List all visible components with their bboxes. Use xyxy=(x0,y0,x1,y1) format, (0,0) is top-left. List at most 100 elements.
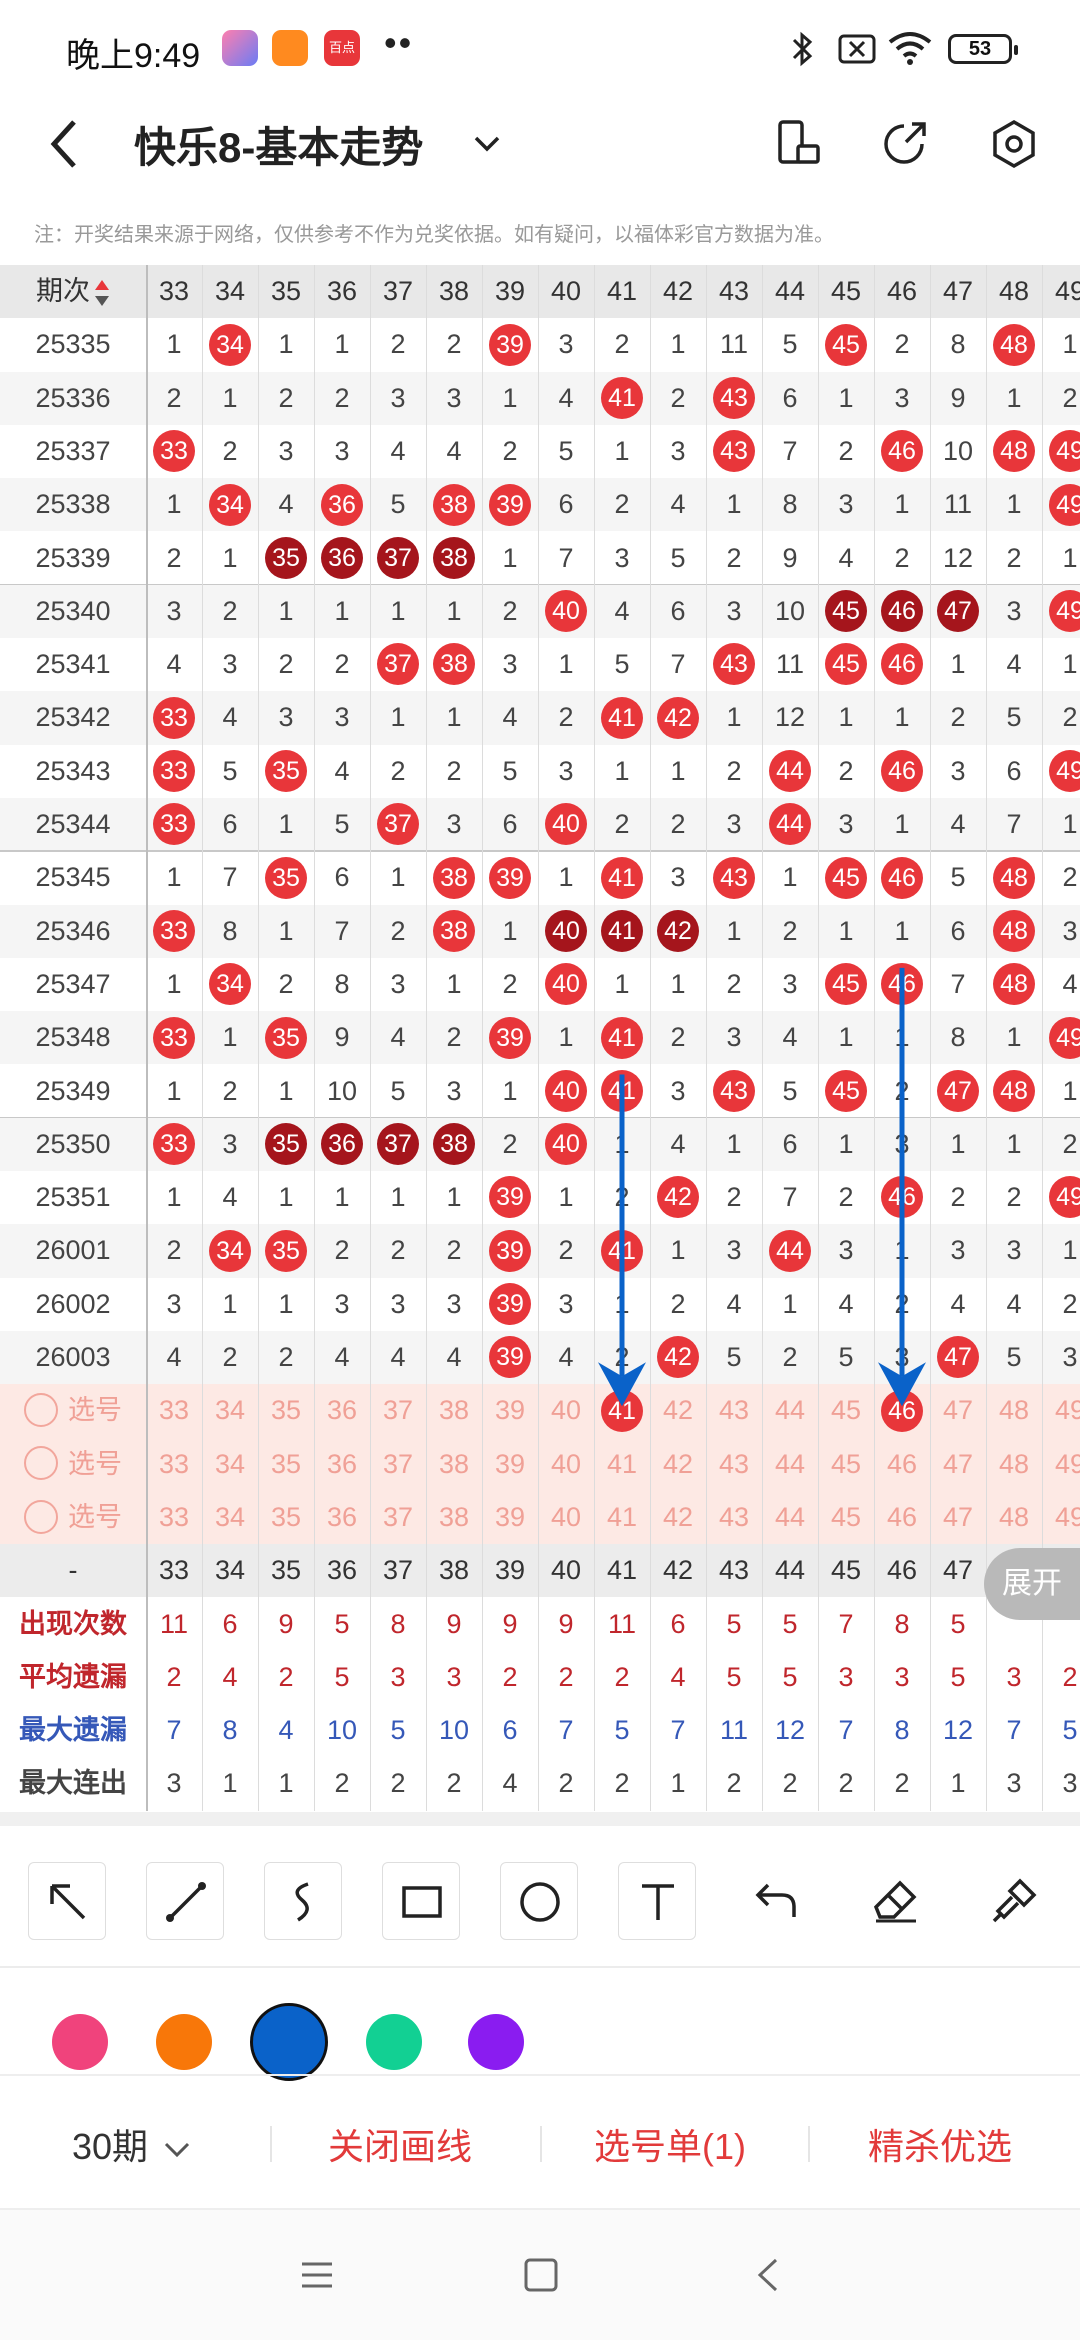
pick-number-cell[interactable]: 40 xyxy=(538,1438,594,1491)
rectangle-tool-button[interactable] xyxy=(382,1862,460,1940)
expand-button[interactable]: 展开 xyxy=(984,1548,1080,1620)
pick-number-cell[interactable]: 34 xyxy=(202,1384,258,1437)
pick-number-cell[interactable]: 47 xyxy=(930,1438,986,1491)
trend-cell: 38 xyxy=(426,478,482,531)
pick-number-cell[interactable]: 48 xyxy=(986,1491,1042,1544)
pick-number-cell[interactable]: 38 xyxy=(426,1384,482,1437)
stats-value: 5 xyxy=(782,1608,798,1639)
pick-radio-icon[interactable] xyxy=(24,1499,58,1534)
line-tool-button[interactable] xyxy=(146,1862,224,1940)
pick-number-cell[interactable]: 39 xyxy=(482,1491,538,1544)
pick-number-cell[interactable]: 48 xyxy=(986,1384,1042,1437)
eraser-icon[interactable] xyxy=(872,1877,920,1925)
pick-radio-icon[interactable] xyxy=(24,1446,58,1481)
pick-number-cell[interactable]: 37 xyxy=(370,1384,426,1437)
trend-cell: 2 xyxy=(670,1288,686,1319)
pick-number-cell[interactable]: 49 xyxy=(1042,1438,1080,1491)
pick-number-cell[interactable]: 40 xyxy=(538,1491,594,1544)
pick-number-cell[interactable]: 48 xyxy=(986,1438,1042,1491)
pick-number-cell[interactable]: 42 xyxy=(650,1384,706,1437)
pick-number-cell[interactable]: 47 xyxy=(930,1491,986,1544)
pick-number-cell[interactable]: 49 xyxy=(1042,1491,1080,1544)
pick-number-cell[interactable]: 39 xyxy=(482,1384,538,1437)
pick-number-cell[interactable]: 40 xyxy=(538,1384,594,1437)
pick-number-cell[interactable]: 42 xyxy=(650,1438,706,1491)
stats-value: 5 xyxy=(950,1608,966,1639)
pick-number-cell[interactable]: 45 xyxy=(818,1438,874,1491)
selected-pick-ball[interactable]: 41 xyxy=(601,1389,643,1432)
pick-radio-icon[interactable] xyxy=(24,1393,58,1428)
pick-number-cell[interactable]: 35 xyxy=(258,1384,314,1437)
period-header-label: 期次 xyxy=(36,276,90,306)
color-swatch[interactable] xyxy=(156,2014,212,2070)
pick-number-cell[interactable]: 42 xyxy=(650,1491,706,1544)
pick-number-cell[interactable]: 35 xyxy=(258,1438,314,1491)
pick-number-cell[interactable]: 34 xyxy=(202,1491,258,1544)
pick-number-cell[interactable]: 36 xyxy=(314,1491,370,1544)
clear-brush-icon[interactable] xyxy=(990,1877,1038,1925)
pick-number-cell[interactable]: 36 xyxy=(314,1438,370,1491)
pick-number-cell[interactable]: 41 xyxy=(594,1384,650,1437)
pick-number-cell[interactable]: 44 xyxy=(762,1438,818,1491)
home-icon[interactable] xyxy=(516,2250,566,2300)
rotate-screen-icon[interactable] xyxy=(768,114,828,174)
trend-cell: 44 xyxy=(762,798,818,851)
trend-cell: 1 xyxy=(502,382,518,413)
trend-cell: 6 xyxy=(670,595,686,626)
trend-cell: 1 xyxy=(278,915,294,946)
pick-number-cell[interactable]: 33 xyxy=(146,1438,202,1491)
refine-select-button[interactable]: 精杀优选 xyxy=(868,2118,1012,2170)
pick-number-cell[interactable]: 37 xyxy=(370,1438,426,1491)
color-swatch[interactable] xyxy=(250,2003,328,2081)
stats-value: 11 xyxy=(159,1608,189,1639)
undo-icon[interactable] xyxy=(752,1877,800,1925)
pick-number-cell[interactable]: 38 xyxy=(426,1438,482,1491)
pick-number-cell[interactable]: 46 xyxy=(874,1384,930,1437)
chevron-down-icon[interactable] xyxy=(472,128,502,158)
back-icon[interactable] xyxy=(44,114,84,174)
color-swatch[interactable] xyxy=(52,2014,108,2070)
trend-cell: 7 xyxy=(222,862,238,893)
back-nav-icon[interactable] xyxy=(744,2250,794,2300)
pick-number-cell[interactable]: 41 xyxy=(594,1491,650,1544)
pick-number-cell[interactable]: 45 xyxy=(818,1384,874,1437)
pick-number-cell[interactable]: 39 xyxy=(482,1438,538,1491)
color-swatch[interactable] xyxy=(468,2014,524,2070)
page-title[interactable]: 快乐8-基本走势 xyxy=(134,114,423,175)
pick-row-label[interactable]: 选号 xyxy=(0,1384,146,1437)
pick-list-button[interactable]: 选号单(1) xyxy=(594,2118,746,2170)
pick-number-cell[interactable]: 37 xyxy=(370,1491,426,1544)
pick-row-label[interactable]: 选号 xyxy=(0,1491,146,1544)
close-drawing-button[interactable]: 关闭画线 xyxy=(328,2118,472,2170)
share-icon[interactable] xyxy=(874,114,934,174)
menu-icon[interactable] xyxy=(292,2250,342,2300)
pick-number-cell[interactable]: 33 xyxy=(146,1384,202,1437)
pick-number-cell[interactable]: 38 xyxy=(426,1491,482,1544)
text-tool-button[interactable] xyxy=(618,1862,696,1940)
period-select[interactable]: 30期 xyxy=(72,2118,192,2170)
pick-number-cell[interactable]: 45 xyxy=(818,1491,874,1544)
pick-number-cell[interactable]: 46 xyxy=(874,1438,930,1491)
pick-number-cell[interactable]: 46 xyxy=(874,1491,930,1544)
pick-number-cell[interactable]: 35 xyxy=(258,1491,314,1544)
pick-number-cell[interactable]: 41 xyxy=(594,1438,650,1491)
circle-tool-button[interactable] xyxy=(500,1862,578,1940)
pick-number-cell[interactable]: 49 xyxy=(1042,1384,1080,1437)
pick-number-cell[interactable]: 43 xyxy=(706,1438,762,1491)
pick-row-label[interactable]: 选号 xyxy=(0,1438,146,1491)
pick-number-cell[interactable]: 36 xyxy=(314,1384,370,1437)
pick-number-cell[interactable]: 34 xyxy=(202,1438,258,1491)
curve-tool-button[interactable] xyxy=(264,1862,342,1940)
pick-number-cell[interactable]: 33 xyxy=(146,1491,202,1544)
selected-pick-ball[interactable]: 46 xyxy=(881,1389,923,1432)
pick-number-cell[interactable]: 43 xyxy=(706,1384,762,1437)
settings-icon[interactable] xyxy=(984,114,1044,174)
pick-number-cell[interactable]: 44 xyxy=(762,1384,818,1437)
period-column-header[interactable]: 期次 xyxy=(0,265,146,318)
pick-number-cell[interactable]: 47 xyxy=(930,1384,986,1437)
drawn-number-ball: 38 xyxy=(433,1123,475,1166)
pick-number-cell[interactable]: 43 xyxy=(706,1491,762,1544)
arrow-tool-button[interactable] xyxy=(28,1862,106,1940)
pick-number-cell[interactable]: 44 xyxy=(762,1491,818,1544)
color-swatch[interactable] xyxy=(366,2014,422,2070)
